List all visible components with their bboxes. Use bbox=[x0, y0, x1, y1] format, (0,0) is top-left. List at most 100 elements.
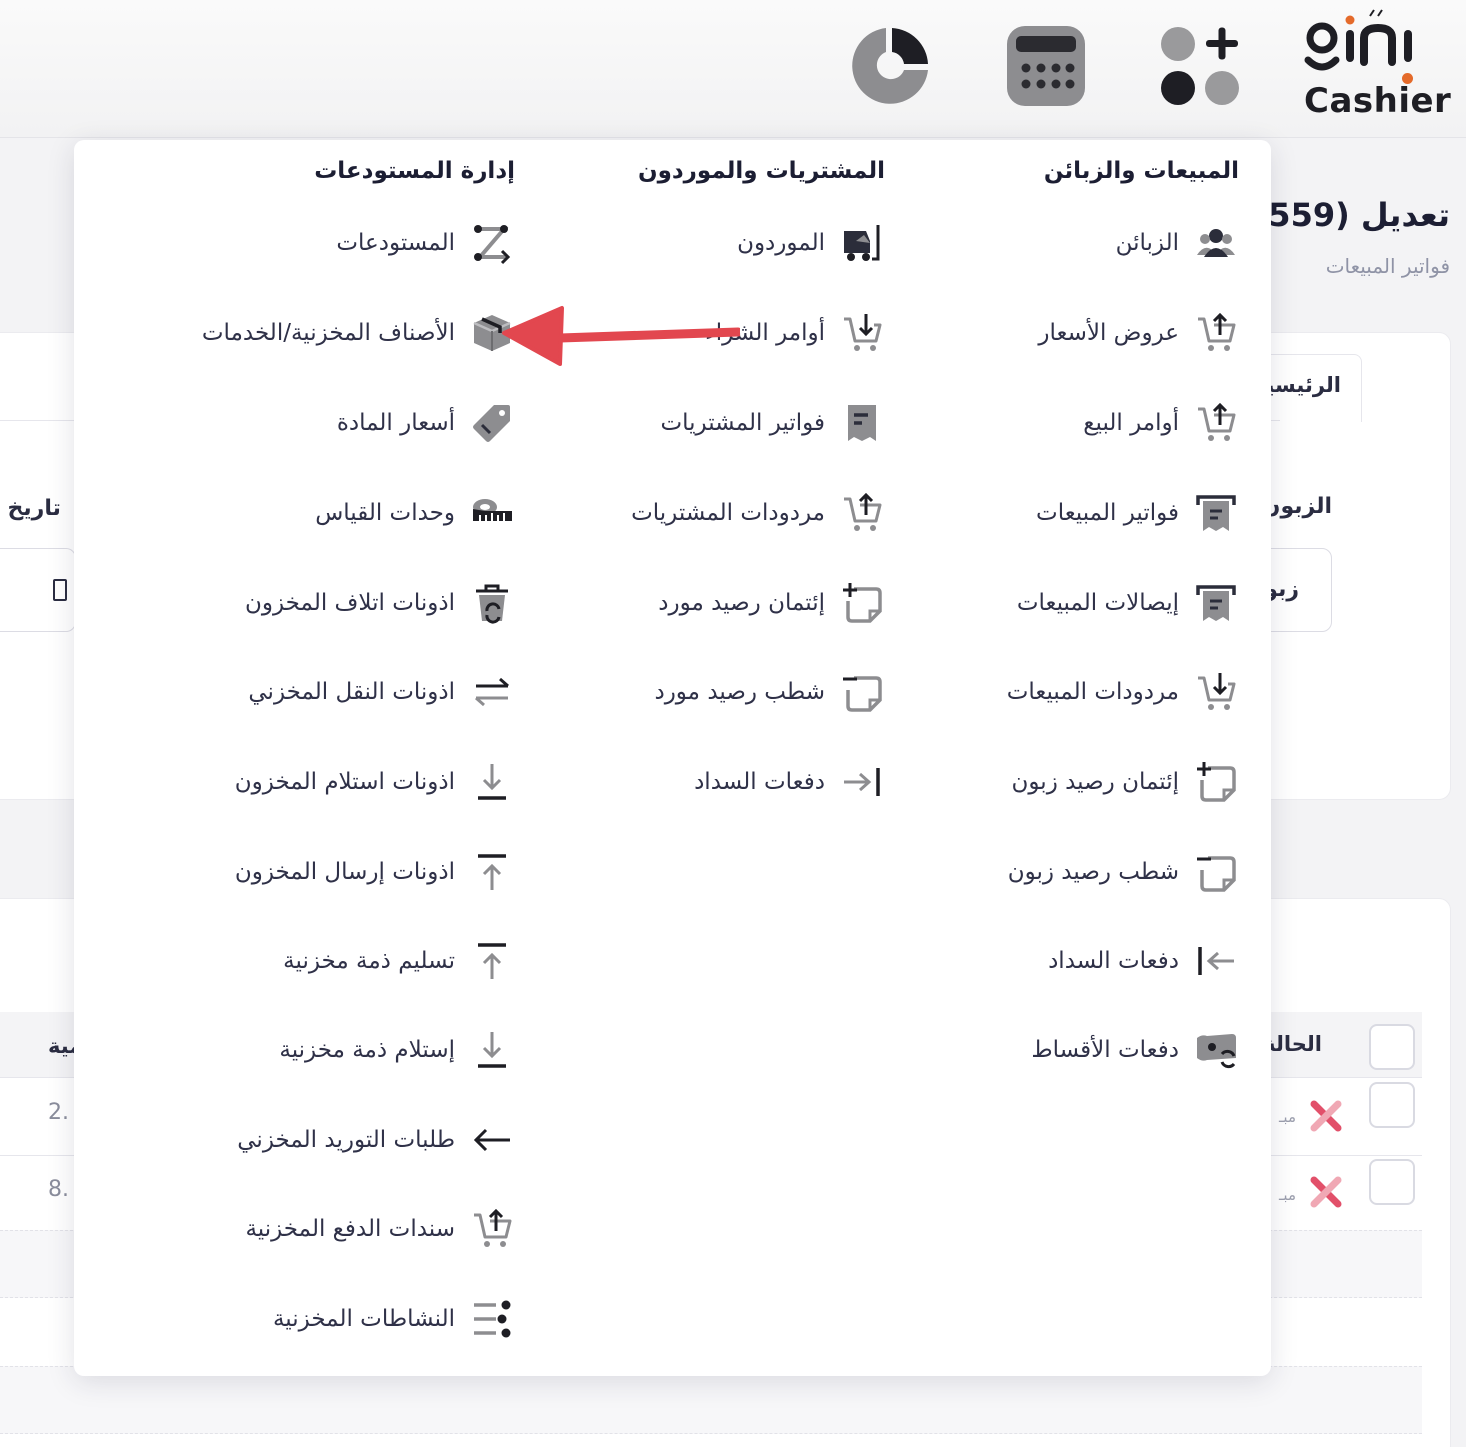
menu-item-label: مردودات المبيعات bbox=[1006, 679, 1179, 705]
menu-item-customers[interactable]: الزبائن bbox=[1116, 218, 1239, 268]
menu-item-label: وحدات القياس bbox=[315, 500, 455, 526]
cart-up-icon bbox=[469, 1206, 515, 1252]
menu-item-supplier-credit[interactable]: إئتمان رصيد مورد bbox=[658, 578, 885, 628]
arrow-left-icon bbox=[469, 1117, 515, 1163]
menu-item-customer-credit[interactable]: إئتمان رصيد زبون bbox=[1012, 757, 1239, 807]
menu-item-label: شطب رصيد مورد bbox=[654, 679, 825, 705]
installments-icon bbox=[1193, 1027, 1239, 1073]
menu-item-supply-requests[interactable]: طلبات التوريد المخزني bbox=[237, 1115, 515, 1165]
menu-heading-purchases: المشتريات والموردون bbox=[637, 158, 885, 184]
reports-pie-icon[interactable] bbox=[848, 24, 932, 108]
apps-grid-plus-icon[interactable] bbox=[1158, 24, 1242, 108]
menu-item-stock-items[interactable]: الأصناف المخزنية/الخدمات bbox=[202, 308, 515, 358]
customers-icon bbox=[1193, 220, 1239, 266]
menu-item-stock-activities[interactable]: النشاطات المخزنية bbox=[273, 1294, 515, 1344]
app-logo[interactable]: Cashier bbox=[1300, 8, 1455, 118]
price-tag-icon bbox=[469, 400, 515, 446]
menu-item-label: اذونات إرسال المخزون bbox=[234, 859, 455, 885]
menu-item-receive-permits[interactable]: اذونات استلام المخزون bbox=[235, 757, 515, 807]
menu-heading-warehouses: إدارة المستودعات bbox=[314, 158, 515, 184]
menu-heading-sales: المبيعات والزبائن bbox=[1043, 158, 1239, 184]
menu-item-label: المستودعات bbox=[336, 230, 455, 256]
menu-item-payments-out[interactable]: دفعات السداد bbox=[694, 757, 885, 807]
menu-item-label: إئتمان رصيد مورد bbox=[658, 590, 825, 616]
top-bar: Cashier bbox=[0, 0, 1466, 138]
menu-item-sales-orders[interactable]: أوامر البيع bbox=[1083, 398, 1239, 448]
warehouses-icon bbox=[469, 220, 515, 266]
menu-item-purchase-invoices[interactable]: فواتير المشتريات bbox=[660, 398, 885, 448]
menu-item-label: عروض الأسعار bbox=[1038, 320, 1179, 346]
breadcrumb[interactable]: فواتير المبيعات bbox=[1326, 254, 1450, 278]
menu-item-customer-writeoff[interactable]: شطب رصيد زبون bbox=[1008, 847, 1239, 897]
menu-item-label: الزبائن bbox=[1115, 230, 1179, 256]
status-x-icon bbox=[1310, 1100, 1342, 1132]
page-title: تعديل (3559 bbox=[1246, 196, 1450, 234]
credit-minus-icon bbox=[1193, 849, 1239, 895]
menu-item-sales-invoices[interactable]: فواتير المبيعات bbox=[1036, 488, 1239, 538]
menu-item-sales-receipts[interactable]: إيصالات المبيعات bbox=[1017, 578, 1239, 628]
menu-item-custody-receipt[interactable]: إستلام ذمة مخزنية bbox=[279, 1025, 515, 1075]
payment-out-icon bbox=[839, 759, 885, 805]
logo-wordmark: Cashier bbox=[1304, 81, 1452, 121]
supplier-icon bbox=[839, 220, 885, 266]
document-icon bbox=[839, 400, 885, 446]
payment-in-icon bbox=[1193, 938, 1239, 984]
menu-item-purchase-returns[interactable]: مردودات المشتريات bbox=[631, 488, 885, 538]
status-column-header: الحالة bbox=[1263, 1032, 1322, 1056]
menu-item-suppliers[interactable]: الموردون bbox=[737, 218, 885, 268]
menu-item-label: فواتير المبيعات bbox=[1036, 500, 1179, 526]
menu-item-label: الأصناف المخزنية/الخدمات bbox=[201, 320, 455, 346]
cart-down-icon bbox=[1193, 669, 1239, 715]
menu-item-label: اذونات النقل المخزني bbox=[248, 679, 455, 705]
measure-tape-icon bbox=[469, 490, 515, 536]
select-all-checkbox[interactable] bbox=[1369, 1024, 1415, 1070]
row-checkbox[interactable] bbox=[1369, 1159, 1415, 1205]
menu-item-label: فواتير المشتريات bbox=[660, 410, 825, 436]
download-icon bbox=[469, 1027, 515, 1073]
menu-item-label: أوامر البيع bbox=[1083, 410, 1179, 436]
row-qty: 2. bbox=[48, 1100, 69, 1125]
calendar-icon bbox=[53, 579, 67, 601]
row-status-text: مبـ bbox=[1279, 1108, 1296, 1126]
menu-item-label: شطب رصيد زبون bbox=[1007, 859, 1179, 885]
transfer-arrows-icon bbox=[469, 669, 515, 715]
cart-up-icon bbox=[1193, 310, 1239, 356]
menu-item-transfer-permits[interactable]: اذونات النقل المخزني bbox=[248, 667, 515, 717]
doc-date-label: تاريخ السند bbox=[0, 496, 61, 521]
menu-item-supplier-writeoff[interactable]: شطب رصيد مورد bbox=[654, 667, 885, 717]
logo-dot bbox=[1402, 73, 1413, 84]
menu-item-label: النشاطات المخزنية bbox=[272, 1306, 455, 1332]
menu-item-stock-payment-vouchers[interactable]: سندات الدفع المخزنية bbox=[245, 1204, 515, 1254]
menu-item-damage-permits[interactable]: اذونات اتلاف المخزون bbox=[245, 578, 515, 628]
receipt-printer-icon bbox=[1193, 490, 1239, 536]
credit-minus-icon bbox=[839, 669, 885, 715]
upload-icon bbox=[469, 849, 515, 895]
menu-item-label: سندات الدفع المخزنية bbox=[245, 1216, 455, 1242]
menu-item-units[interactable]: وحدات القياس bbox=[315, 488, 515, 538]
doc-date-field[interactable] bbox=[0, 548, 76, 632]
empty-row bbox=[0, 1366, 1422, 1434]
status-x-icon bbox=[1310, 1176, 1342, 1208]
logo-mark bbox=[1304, 9, 1412, 71]
menu-item-warehouses[interactable]: المستودعات bbox=[336, 218, 515, 268]
calculator-icon[interactable] bbox=[1004, 24, 1088, 108]
menu-item-item-prices[interactable]: أسعار المادة bbox=[337, 398, 515, 448]
receipt-printer-icon bbox=[1193, 580, 1239, 626]
cart-down-icon bbox=[839, 310, 885, 356]
menu-item-quotes[interactable]: عروض الأسعار bbox=[1038, 308, 1239, 358]
menu-item-label: الموردون bbox=[737, 230, 825, 256]
row-checkbox[interactable] bbox=[1369, 1082, 1415, 1128]
row-status-text: مبـ bbox=[1279, 1186, 1296, 1204]
menu-item-send-permits[interactable]: اذونات إرسال المخزون bbox=[235, 847, 515, 897]
customer-label: الزبون bbox=[1261, 494, 1332, 519]
trash-recycle-icon bbox=[469, 580, 515, 626]
menu-item-label: أسعار المادة bbox=[336, 410, 455, 436]
menu-item-custody-handover[interactable]: تسليم ذمة مخزنية bbox=[283, 936, 515, 986]
menu-item-installments[interactable]: دفعات الأقساط bbox=[1031, 1025, 1239, 1075]
upload-icon bbox=[469, 938, 515, 984]
menu-item-label: دفعات الأقساط bbox=[1031, 1037, 1179, 1063]
menu-item-label: تسليم ذمة مخزنية bbox=[283, 948, 455, 974]
menu-item-sales-returns[interactable]: مردودات المبيعات bbox=[1007, 667, 1239, 717]
menu-item-payments-in[interactable]: دفعات السداد bbox=[1048, 936, 1239, 986]
activities-icon bbox=[469, 1296, 515, 1342]
